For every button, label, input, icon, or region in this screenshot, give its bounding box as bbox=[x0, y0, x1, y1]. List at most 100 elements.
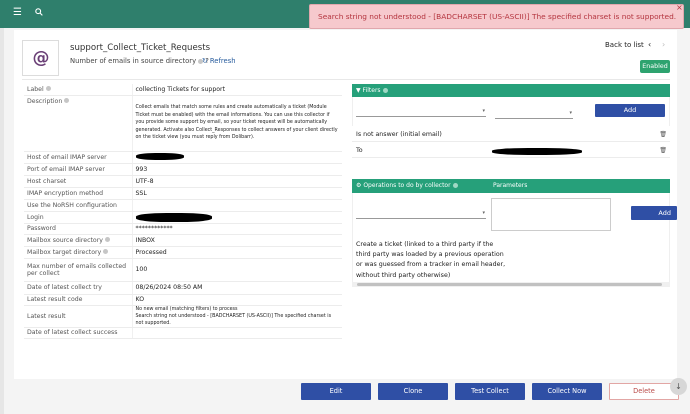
info-icon bbox=[64, 98, 70, 103]
operation-parameters-textarea[interactable] bbox=[491, 198, 611, 231]
refresh-label: Refresh bbox=[209, 57, 236, 65]
filters-header: ▼ Filters bbox=[352, 84, 670, 97]
property-label: Mailbox source directory bbox=[27, 236, 103, 244]
filter-type-select[interactable] bbox=[356, 108, 486, 117]
delete-filter-icon[interactable]: 🗑 bbox=[659, 144, 667, 158]
horizontal-scrollbar[interactable] bbox=[352, 282, 670, 287]
gears-icon: ⚙ bbox=[356, 182, 362, 189]
alert-text: Search string not understood - [BADCHARS… bbox=[318, 12, 677, 21]
property-value bbox=[132, 199, 342, 212]
table-row: Label collecting Tickets for support bbox=[24, 84, 342, 96]
property-label: Host of email IMAP server bbox=[24, 151, 133, 164]
info-icon bbox=[382, 88, 388, 93]
operations-title: Operations to do by collector bbox=[363, 182, 451, 189]
operations-header: ⚙ Operations to do by collector Paramete… bbox=[352, 179, 670, 193]
property-label: IMAP encryption method bbox=[24, 187, 133, 200]
table-row: Date of latest collect try 08/26/2024 08:… bbox=[24, 281, 342, 295]
property-label: Port of email IMAP server bbox=[24, 163, 133, 176]
alert-close-icon[interactable]: × bbox=[676, 3, 683, 12]
next-record-icon[interactable]: › bbox=[662, 40, 665, 49]
table-row: Port of email IMAP server 993 bbox=[24, 163, 342, 176]
filter-row: To 🗑 bbox=[352, 144, 670, 158]
property-value bbox=[132, 151, 342, 164]
property-label: Password bbox=[24, 223, 133, 235]
collect-now-button[interactable]: Collect Now bbox=[532, 383, 602, 400]
table-row: Host of email IMAP server bbox=[24, 151, 342, 164]
property-value: INBOX bbox=[132, 234, 342, 247]
operation-description: Create a ticket (linked to a third party… bbox=[356, 241, 506, 279]
test-collect-button[interactable]: Test Collect bbox=[455, 383, 525, 400]
property-label: Login bbox=[24, 211, 133, 224]
property-label: Date of latest collect try bbox=[24, 281, 133, 295]
email-count-label: Number of emails in source directory bbox=[70, 57, 197, 65]
redacted-value bbox=[135, 212, 212, 222]
filter-value-input[interactable] bbox=[495, 110, 573, 119]
filter-label: Is not answer (initial email) bbox=[356, 131, 442, 138]
properties-table: Label collecting Tickets for support Desc… bbox=[24, 84, 342, 339]
table-row: Max number of emails collected per colle… bbox=[24, 258, 342, 282]
property-value bbox=[132, 327, 342, 339]
delete-button[interactable]: Delete bbox=[609, 383, 679, 400]
sidebar-edge bbox=[0, 28, 4, 414]
previous-record-icon[interactable]: ‹ bbox=[648, 40, 651, 49]
refresh-icon: ↻ bbox=[202, 57, 208, 65]
property-value bbox=[132, 211, 342, 224]
redacted-value bbox=[492, 148, 582, 155]
table-row: Latest result code KO bbox=[24, 294, 342, 306]
clone-button[interactable]: Clone bbox=[378, 383, 448, 400]
parameters-header: Parameters bbox=[493, 182, 528, 189]
edit-button[interactable]: Edit bbox=[301, 383, 371, 400]
info-icon bbox=[452, 183, 458, 188]
operation-type-select[interactable] bbox=[356, 210, 486, 219]
at-sign-icon: @ bbox=[32, 48, 50, 68]
table-row: Description Collect emails that match som… bbox=[24, 95, 342, 152]
back-to-list-link[interactable]: Back to list bbox=[605, 41, 644, 49]
property-value: SSL bbox=[132, 187, 342, 200]
property-value: Processed bbox=[132, 246, 342, 259]
table-row: Date of latest collect success bbox=[24, 327, 342, 339]
property-value: collecting Tickets for support bbox=[132, 84, 342, 96]
property-label: Latest result bbox=[24, 305, 133, 328]
property-value: 100 bbox=[132, 258, 342, 282]
info-icon bbox=[103, 249, 109, 254]
property-label: Date of latest collect success bbox=[24, 327, 133, 339]
redacted-value bbox=[135, 153, 184, 161]
table-row: Mailbox target directory Processed bbox=[24, 246, 342, 259]
search-icon[interactable] bbox=[35, 8, 43, 19]
property-label: Latest result code bbox=[24, 294, 133, 306]
table-row: Password ************ bbox=[24, 223, 342, 235]
table-row: Latest result No new email (matching filt… bbox=[24, 305, 342, 328]
page-title: support_Collect_Ticket_Requests bbox=[70, 43, 211, 53]
property-label: Max number of emails collected per colle… bbox=[24, 258, 133, 282]
add-filter-button[interactable]: Add bbox=[595, 104, 665, 117]
property-label: Label bbox=[27, 85, 44, 93]
filter-icon: ▼ bbox=[356, 87, 361, 94]
table-row: Login bbox=[24, 211, 342, 224]
property-value: ************ bbox=[132, 223, 342, 235]
filters-title: Filters bbox=[362, 87, 381, 94]
email-count-line: Number of emails in source directory ? bbox=[70, 57, 209, 65]
add-operation-button[interactable]: Add bbox=[631, 206, 677, 220]
refresh-button[interactable]: ↻ Refresh bbox=[202, 57, 236, 65]
filter-label: To bbox=[356, 147, 363, 154]
scroll-down-icon[interactable]: ↓ bbox=[670, 378, 687, 395]
property-value: Collect emails that match some rules and… bbox=[132, 95, 342, 152]
property-value: 08/26/2024 08:50 AM bbox=[132, 281, 342, 295]
delete-filter-icon[interactable]: 🗑 bbox=[659, 128, 667, 142]
table-row: Host charset UTF-8 bbox=[24, 175, 342, 188]
table-row: Use the NoRSH configuration bbox=[24, 199, 342, 212]
property-value: No new email (matching filters) to proce… bbox=[132, 305, 342, 328]
scrollbar-thumb[interactable] bbox=[357, 283, 662, 286]
property-label: Description bbox=[27, 97, 63, 105]
table-row: IMAP encryption method SSL bbox=[24, 187, 342, 200]
info-icon bbox=[45, 86, 51, 92]
error-alert: Search string not understood - [BADCHARS… bbox=[309, 4, 684, 29]
property-value: KO bbox=[132, 294, 342, 306]
filter-row: Is not answer (initial email) 🗑 bbox=[352, 128, 670, 142]
info-icon bbox=[104, 237, 110, 242]
property-value: UTF-8 bbox=[132, 175, 342, 188]
property-label: Use the NoRSH configuration bbox=[24, 199, 133, 212]
collector-logo: @ bbox=[22, 40, 59, 76]
menu-icon[interactable]: ☰ bbox=[13, 8, 22, 18]
property-label: Host charset bbox=[24, 175, 133, 188]
